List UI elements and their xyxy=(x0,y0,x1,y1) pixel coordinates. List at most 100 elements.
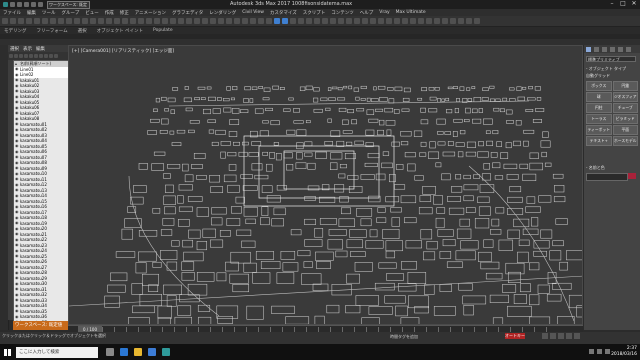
store-icon[interactable] xyxy=(148,348,156,356)
menu-item[interactable]: Vray xyxy=(379,10,389,15)
system-clock[interactable]: 2:37 2018/03/16 xyxy=(611,346,637,358)
toolbar-tool-icon[interactable] xyxy=(98,18,104,24)
ribbon-tab[interactable]: オブジェクト ペイント xyxy=(97,28,143,34)
toolbar-tool-icon[interactable] xyxy=(298,18,304,24)
visibility-eye-icon[interactable]: ◉ xyxy=(15,270,19,275)
visibility-eye-icon[interactable]: ◉ xyxy=(15,254,19,258)
menu-item[interactable]: 修正 xyxy=(120,10,129,16)
explorer-tool-icon[interactable] xyxy=(14,54,18,58)
visibility-eye-icon[interactable]: ◉ xyxy=(15,281,19,286)
workspace-dropdown[interactable]: ワークスペース: 既定 xyxy=(47,0,90,9)
toolbar-tool-icon[interactable] xyxy=(66,18,72,24)
app-logo-icon[interactable] xyxy=(3,2,8,7)
menu-item[interactable]: レンダリング xyxy=(209,10,236,16)
object-button[interactable]: テキスト+ xyxy=(586,136,612,146)
menu-item[interactable]: アニメーション xyxy=(135,10,166,16)
edge-icon[interactable] xyxy=(120,348,128,356)
toolbar-tool-icon[interactable] xyxy=(130,18,136,24)
visibility-eye-icon[interactable]: ◉ xyxy=(15,166,19,170)
toolbar-tool-icon[interactable] xyxy=(146,18,152,24)
visibility-eye-icon[interactable]: ◉ xyxy=(15,122,19,126)
visibility-eye-icon[interactable]: ◉ xyxy=(15,199,19,203)
explorer-tool-icon[interactable] xyxy=(29,54,33,58)
menu-item[interactable]: カスタマイズ xyxy=(270,10,297,16)
rollout-name-color[interactable]: - 名前と色 xyxy=(586,165,638,171)
toolbar-tool-icon[interactable] xyxy=(2,18,8,24)
menu-item[interactable]: スクリプト xyxy=(303,10,326,16)
toolbar-tool-icon[interactable] xyxy=(234,18,240,24)
toolbar-tool-icon[interactable] xyxy=(354,18,360,24)
create-tab-icon[interactable] xyxy=(586,46,591,52)
visibility-eye-icon[interactable]: ◉ xyxy=(15,72,19,77)
visibility-eye-icon[interactable]: ◉ xyxy=(15,292,19,297)
explorer-tool-icon[interactable] xyxy=(9,54,13,58)
toolbar-tool-icon[interactable] xyxy=(346,18,352,24)
visibility-eye-icon[interactable]: ◉ xyxy=(15,210,19,214)
toolbar-tool-icon[interactable] xyxy=(138,18,144,24)
visibility-eye-icon[interactable]: ◉ xyxy=(15,177,19,181)
ribbon-tab[interactable]: Populate xyxy=(153,28,173,33)
toolbar-tool-icon[interactable] xyxy=(402,18,408,24)
visibility-eye-icon[interactable]: ◉ xyxy=(15,237,19,242)
visibility-eye-icon[interactable]: ◉ xyxy=(15,105,19,110)
menu-item[interactable]: ヘルプ xyxy=(360,10,374,16)
toolbar-tool-icon[interactable] xyxy=(386,18,392,24)
visibility-eye-icon[interactable]: ◉ xyxy=(15,171,19,176)
explorer-tool-icon[interactable] xyxy=(24,54,28,58)
ribbon-tab[interactable]: モデリング xyxy=(4,28,27,34)
toolbar-tool-icon[interactable] xyxy=(378,18,384,24)
visibility-eye-icon[interactable]: ◉ xyxy=(15,215,19,220)
explorer-tool-icon[interactable] xyxy=(44,54,48,58)
toolbar-tool-icon[interactable] xyxy=(442,18,448,24)
toolbar-tool-icon[interactable] xyxy=(226,18,232,24)
visibility-eye-icon[interactable]: ◉ xyxy=(15,160,19,165)
visibility-eye-icon[interactable]: ◉ xyxy=(15,226,19,231)
toolbar-tool-icon[interactable] xyxy=(282,18,288,24)
object-name-field[interactable] xyxy=(586,173,628,181)
explorer-icon[interactable] xyxy=(134,348,142,356)
object-button[interactable]: ジオスフィア xyxy=(612,92,638,102)
visibility-eye-icon[interactable]: ◉ xyxy=(15,188,19,192)
toolbar-tool-icon[interactable] xyxy=(274,18,280,24)
toolbar-tool-icon[interactable] xyxy=(58,18,64,24)
start-button[interactable] xyxy=(0,344,14,360)
visibility-eye-icon[interactable]: ◉ xyxy=(15,265,19,269)
close-icon[interactable]: ✕ xyxy=(631,1,637,7)
goto-start-icon[interactable] xyxy=(542,333,548,339)
toolbar-tool-icon[interactable] xyxy=(314,18,320,24)
visibility-eye-icon[interactable]: ◉ xyxy=(15,89,19,93)
visibility-eye-icon[interactable]: ◉ xyxy=(15,144,19,148)
visibility-eye-icon[interactable]: ◉ xyxy=(15,259,19,264)
taskbar-search[interactable]: ここに入力して検索 xyxy=(16,346,98,358)
toolbar-tool-icon[interactable] xyxy=(18,18,24,24)
menu-item[interactable]: グラフエディタ xyxy=(172,10,203,16)
toolbar-tool-icon[interactable] xyxy=(178,18,184,24)
prev-frame-icon[interactable] xyxy=(550,333,556,339)
toolbar-tool-icon[interactable] xyxy=(218,18,224,24)
visibility-eye-icon[interactable]: ◉ xyxy=(15,232,19,236)
redo-icon[interactable] xyxy=(38,2,43,7)
visibility-eye-icon[interactable]: ◉ xyxy=(15,298,19,302)
rollout-object-type[interactable]: - オブジェクト タイプ xyxy=(586,66,638,72)
next-frame-icon[interactable] xyxy=(566,333,572,339)
toolbar-tool-icon[interactable] xyxy=(426,18,432,24)
toolbar-tool-icon[interactable] xyxy=(210,18,216,24)
menu-item[interactable]: ツール xyxy=(42,10,56,16)
autogrid-checkbox[interactable]: 自動グリッド xyxy=(586,73,638,79)
minimize-icon[interactable]: – xyxy=(609,1,615,7)
object-button[interactable]: ピラミッド xyxy=(612,114,638,124)
explorer-tool-icon[interactable] xyxy=(39,54,43,58)
object-color-swatch[interactable] xyxy=(628,173,636,179)
primitive-type-dropdown[interactable]: 標準プリミティブ xyxy=(586,56,636,62)
object-button[interactable]: チューブ xyxy=(612,103,638,113)
object-button[interactable]: 円錐 xyxy=(612,81,638,91)
toolbar-tool-icon[interactable] xyxy=(90,18,96,24)
toolbar-tool-icon[interactable] xyxy=(466,18,472,24)
visibility-eye-icon[interactable]: ◉ xyxy=(15,67,19,71)
undo-icon[interactable] xyxy=(31,2,36,7)
ribbon-tab[interactable]: 選択 xyxy=(78,28,87,34)
viewport-label[interactable]: [+] [Camera001] [リアリスティック] [エッジ面] xyxy=(72,48,174,54)
visibility-eye-icon[interactable]: ◉ xyxy=(15,94,19,99)
workspace-selector[interactable]: ワークスペース: 既定値 xyxy=(13,321,68,330)
play-icon[interactable] xyxy=(558,333,564,339)
